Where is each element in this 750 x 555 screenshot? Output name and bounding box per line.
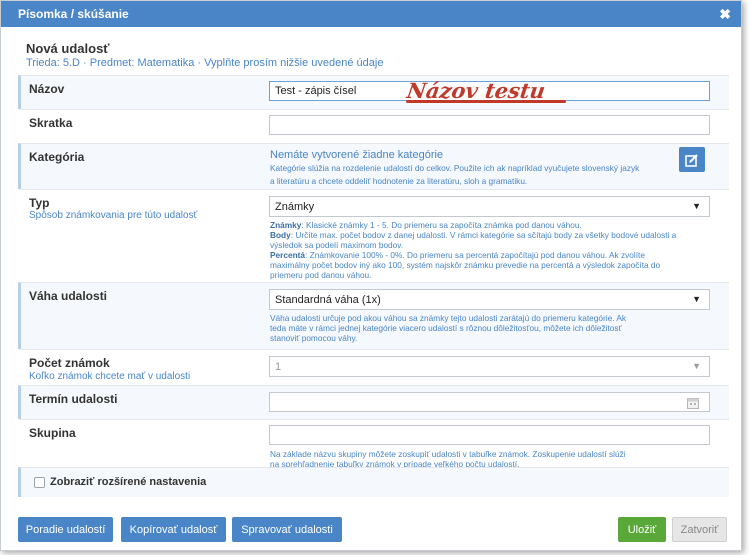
typ-help-line: Známky: Klasické známky 1 - 5. Do prieme… <box>270 220 582 230</box>
event-dialog: Písomka / skúšanie ✖ Nová udalosť Trieda… <box>0 0 742 551</box>
skupina-help-line: Na základe názvu skupiny môžete zoskupiť… <box>270 449 626 459</box>
pocet-selected: 1 <box>275 361 282 373</box>
typ-help-line: výsledok sa podelí maximom bodov. <box>270 240 404 250</box>
zatvorit-button[interactable]: Zatvoriť <box>672 517 727 542</box>
row-nazov: Názov Test - zápis čísel Názov testu <box>18 75 729 109</box>
kopirovat-button[interactable]: Kopírovať udalosť <box>121 517 226 542</box>
dialog-heading: Nová udalosť <box>26 41 110 56</box>
row-kategoria: Kategória Nemáte vytvorené žiadne kategó… <box>18 143 729 189</box>
dialog-titlebar: Písomka / skúšanie ✖ <box>1 1 741 27</box>
annotation-underline <box>406 100 566 103</box>
kategoria-label: Kategória <box>29 150 85 164</box>
close-icon[interactable]: ✖ <box>719 6 731 23</box>
dialog-subheading: Trieda: 5.D · Predmet: Matematika · Vypl… <box>26 57 384 69</box>
vaha-label: Váha udalosti <box>29 289 108 303</box>
typ-help-line: Percentá: Známkovanie 100% - 0%. Do prie… <box>270 250 645 260</box>
ulozit-button[interactable]: Uložiť <box>618 517 666 542</box>
pocet-label: Počet známok <box>29 356 110 370</box>
typ-help-line: Body: Určíte max. počet bodov z danej ud… <box>270 230 677 240</box>
termin-input[interactable] <box>269 392 710 412</box>
dialog-footer: Poradie udalostí Kopírovať udalosť Sprav… <box>1 511 743 551</box>
vaha-help-line: Váha udalosti určuje pod akou váhou sa z… <box>270 313 627 323</box>
row-vaha: Váha udalosti Standardná váha (1x) ▼ Váh… <box>18 282 729 349</box>
calendar-icon[interactable] <box>687 397 699 409</box>
typ-help-line: maximálny počet bodov iný ako 100, systé… <box>270 260 661 270</box>
kategoria-help-1: Kategórie slúžia na rozdelenie udalostí … <box>270 163 640 173</box>
event-form: Názov Test - zápis čísel Názov testu Skr… <box>18 75 729 497</box>
skupina-help: Na základe názvu skupiny môžete zoskupiť… <box>270 449 715 469</box>
row-skupina: Skupina Na základe názvu skupiny môžete … <box>18 419 729 469</box>
pocet-sublabel: Koľko známok chcete mať v udalosti <box>29 371 191 382</box>
kategoria-help-2: a literatúru a chcete oddeliť hodnotenie… <box>270 176 528 186</box>
typ-help: Známky: Klasické známky 1 - 5. Do prieme… <box>270 220 715 280</box>
vaha-help-line: teda máte v rámci jednej kategórie viace… <box>270 323 622 333</box>
typ-select[interactable]: Známky ▼ <box>269 196 710 217</box>
vaha-selected: Standardná váha (1x) <box>275 294 381 306</box>
edit-icon <box>685 153 698 167</box>
spravovat-button[interactable]: Spravovať udalosti <box>232 517 342 542</box>
row-typ: Typ Spôsob známkovania pre túto udalosť … <box>18 189 729 282</box>
skupina-input[interactable] <box>269 425 710 445</box>
row-termin: Termín udalosti <box>18 385 729 419</box>
pocet-select[interactable]: 1 ▼ <box>269 356 710 377</box>
row-skratka: Skratka <box>18 109 729 143</box>
typ-help-line: priemeru pod danou váhou. <box>270 270 372 280</box>
vaha-help: Váha udalosti určuje pod akou váhou sa z… <box>270 313 715 343</box>
typ-sublabel: Spôsob známkovania pre túto udalosť <box>29 210 198 221</box>
dropdown-arrow-icon: ▼ <box>692 201 701 211</box>
edit-categories-button[interactable] <box>679 147 705 172</box>
nazov-label: Názov <box>29 82 65 96</box>
skratka-input[interactable] <box>269 115 710 135</box>
vaha-help-line: stanoviť pomocou váhy. <box>270 333 358 343</box>
poradie-button[interactable]: Poradie udalostí <box>18 517 113 542</box>
kategoria-message: Nemáte vytvorené žiadne kategórie <box>270 149 444 161</box>
skupina-label: Skupina <box>29 426 76 440</box>
advanced-label[interactable]: Zobraziť rozšírené nastavenia <box>50 476 206 488</box>
dropdown-arrow-icon: ▼ <box>692 294 701 304</box>
row-pocet: Počet známok Koľko známok chcete mať v u… <box>18 349 729 385</box>
skratka-label: Skratka <box>29 116 73 130</box>
row-advanced: Zobraziť rozšírené nastavenia <box>18 467 729 497</box>
vaha-select[interactable]: Standardná váha (1x) ▼ <box>269 289 710 310</box>
termin-label: Termín udalosti <box>29 392 118 406</box>
advanced-checkbox[interactable] <box>34 477 45 488</box>
typ-selected: Známky <box>275 201 315 213</box>
dropdown-arrow-icon: ▼ <box>692 361 701 371</box>
typ-label: Typ <box>29 196 50 210</box>
dialog-title: Písomka / skúšanie <box>18 7 129 21</box>
